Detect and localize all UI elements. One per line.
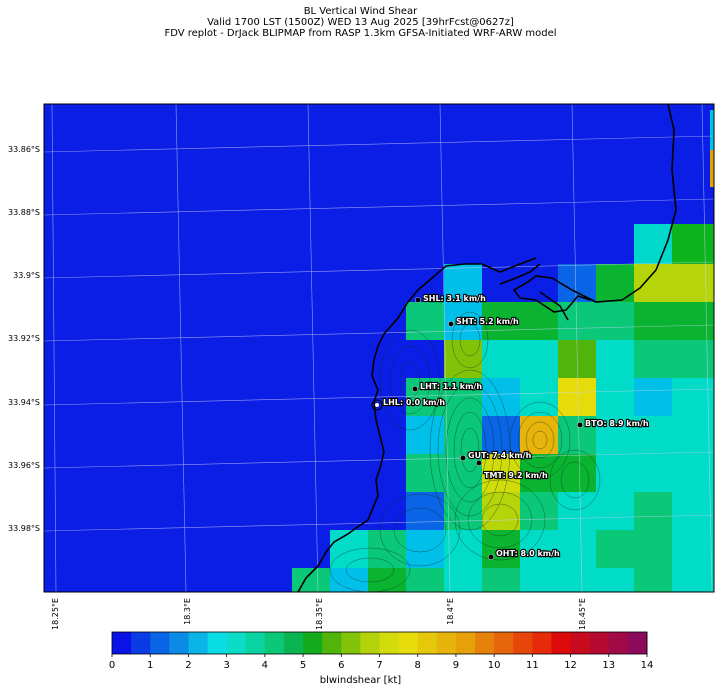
colorbar-tick: 11	[525, 660, 539, 671]
colorbar-tick: 6	[338, 660, 345, 671]
colorbar-swatch	[322, 632, 342, 654]
lat-label: 33.94°S	[8, 398, 40, 407]
colorbar-label: blwindshear [kt]	[319, 675, 402, 686]
colorbar-tick: 7	[376, 660, 383, 671]
station-shl[interactable]: SHL: 3.1 km/h	[415, 293, 487, 304]
colorbar-tick: 5	[299, 660, 307, 671]
colorbar-swatch	[589, 632, 610, 654]
colorbar-tick: 10	[487, 660, 501, 671]
station-bto[interactable]: BTO: 8.9 km/h	[577, 418, 650, 429]
colorbar-swatch	[226, 632, 247, 654]
colorbar-swatch	[360, 632, 380, 654]
station-lht[interactable]: LHT: 1.1 km/h	[412, 381, 483, 392]
colorbar-swatch	[188, 632, 209, 654]
colorbar-swatch	[169, 632, 189, 654]
colorbar-swatch	[245, 632, 266, 654]
station-label: SHL: 3.1 km/h	[423, 294, 486, 303]
station-label: TMT: 9.2 km/h	[484, 471, 548, 480]
colorbar-swatch	[131, 632, 151, 654]
colorbar-swatch	[570, 632, 591, 654]
lat-tick-labels: 33.86°S 33.88°S 33.9°S 33.92°S 33.94°S 3…	[8, 145, 40, 533]
colorbar-swatch	[455, 632, 476, 654]
station-gut[interactable]: GUT: 7.4 km/h	[460, 450, 533, 461]
colorbar-swatch	[627, 632, 648, 654]
lat-label: 33.98°S	[8, 524, 40, 533]
wind-shear-map: 33.86°S 33.88°S 33.9°S 33.92°S 33.94°S 3…	[8, 103, 715, 657]
colorbar-swatch	[494, 632, 514, 654]
colorbar-swatch	[341, 632, 361, 654]
station-sht[interactable]: SHT: 5.2 km/h	[448, 316, 520, 327]
colorbar-swatch	[207, 632, 228, 654]
lon-label: 18.45°E	[578, 598, 587, 630]
colorbar-swatch	[264, 632, 285, 654]
station-label: LHT: 1.1 km/h	[420, 382, 482, 391]
colorbar-swatch	[475, 632, 495, 654]
station-label: SHT: 5.2 km/h	[456, 317, 519, 326]
colorbar-swatch	[398, 632, 419, 654]
colorbar-swatch	[436, 632, 457, 654]
colorbar-swatch	[532, 632, 552, 654]
lat-label: 33.86°S	[8, 145, 40, 154]
lat-label: 33.9°S	[13, 271, 40, 280]
lon-label: 18.35°E	[315, 598, 324, 630]
station-label: OHT: 8.0 km/h	[496, 549, 560, 558]
colorbar-tick: 8	[414, 660, 421, 671]
colorbar-tick: 4	[261, 660, 269, 671]
colorbar-tick: 1	[147, 660, 154, 671]
lat-label: 33.96°S	[8, 461, 40, 470]
lon-label: 18.4°E	[446, 598, 455, 625]
colorbar-tick: 14	[640, 660, 654, 671]
colorbar-swatch	[112, 632, 132, 654]
lat-label: 33.88°S	[8, 208, 40, 217]
colorbar-tick: 12	[564, 660, 577, 671]
lon-tick-labels: 18.25°E 18.3°E 18.35°E 18.4°E 18.45°E	[51, 598, 587, 630]
colorbar-swatch	[551, 632, 572, 654]
lon-label: 18.25°E	[51, 598, 60, 630]
station-label: LHL: 0.0 km/h	[383, 398, 445, 407]
colorbar-swatch	[283, 632, 304, 654]
colorbar-tick: 13	[602, 660, 616, 671]
colorbar-swatch	[379, 632, 400, 654]
colorbar-tick: 2	[185, 660, 192, 671]
colorbar-swatch	[513, 632, 533, 654]
colorbar-tick: 0	[108, 660, 116, 671]
lat-label: 33.92°S	[8, 334, 40, 343]
colorbar-swatch	[150, 632, 170, 654]
colorbar-tick: 9	[452, 660, 460, 671]
colorbar-tick: 3	[223, 660, 230, 671]
colorbar-swatch	[608, 632, 629, 654]
colorbar-swatch	[417, 632, 438, 654]
station-label: BTO: 8.9 km/h	[585, 419, 649, 428]
station-label: GUT: 7.4 km/h	[468, 451, 532, 460]
station-oht[interactable]: OHT: 8.0 km/h	[488, 548, 561, 560]
lon-label: 18.3°E	[183, 598, 192, 625]
colorbar	[111, 631, 648, 657]
colorbar-swatch	[303, 632, 323, 654]
